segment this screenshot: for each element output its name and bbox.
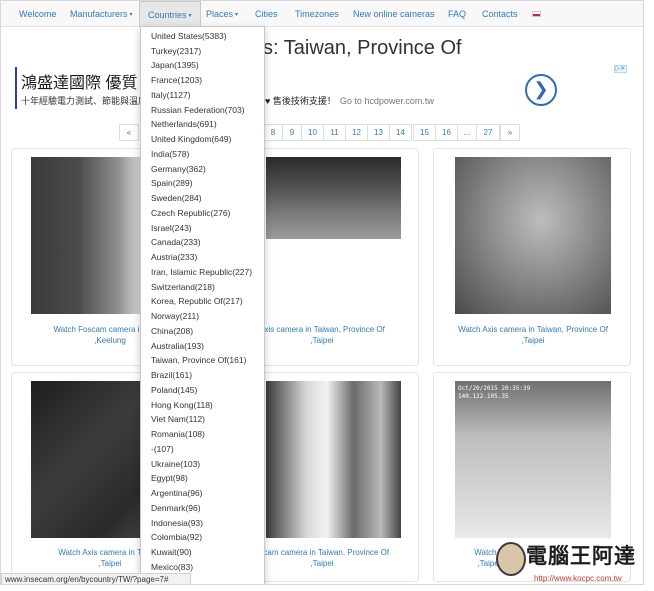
country-item[interactable]: Switzerland(218) [151, 282, 215, 292]
country-item[interactable]: China(208) [151, 326, 193, 336]
country-item[interactable]: Ukraine(103) [151, 459, 200, 469]
ad-title[interactable]: 鴻盛達國際 優質 [21, 69, 137, 93]
country-item[interactable]: Czech Republic(276) [151, 208, 230, 218]
ad-accent-bar [15, 67, 17, 109]
country-item[interactable]: Canada(233) [151, 237, 201, 247]
country-item[interactable]: Denmark(96) [151, 503, 201, 513]
nav-faq[interactable]: FAQ [448, 1, 466, 27]
browser-viewport: Welcome Manufacturers ▾ Countries ▾ Places… [0, 0, 644, 585]
camera-link[interactable]: Watch Axis camera in Taiwan, Province Of… [434, 324, 632, 346]
country-item[interactable]: Germany(362) [151, 164, 206, 174]
chevron-down-icon: ▾ [235, 12, 239, 18]
watermark: 電腦王阿達 http://www.kocpc.com.tw [496, 540, 650, 588]
nav-timezones[interactable]: Timezones [295, 1, 339, 27]
pagination-page[interactable]: 13 [367, 124, 390, 141]
language-flag-icon[interactable] [532, 11, 541, 17]
country-item[interactable]: Netherlands(691) [151, 119, 217, 129]
country-item[interactable]: United States(5383) [151, 31, 227, 41]
pagination-page[interactable]: 10 [301, 124, 324, 141]
country-item[interactable]: Egypt(98) [151, 473, 188, 483]
camera-image[interactable] [455, 157, 611, 314]
pagination-page[interactable]: 16 [435, 124, 458, 141]
pagination-page[interactable]: 9 [282, 124, 302, 141]
pagination-page[interactable]: 12 [345, 124, 368, 141]
ad-subtitle[interactable]: 十年經驗電力測試、節能與溫度 [21, 94, 147, 107]
camera-image[interactable]: Oct/20/2015 20:35:39 140.122.105.35 [455, 381, 611, 538]
countries-dropdown-menu: United States(5383) Turkey(2317) Japan(1… [140, 26, 265, 584]
ad-choices-icon[interactable]: ▷✕ [614, 65, 627, 73]
country-item[interactable]: Viet Nam(112) [151, 414, 205, 424]
country-item[interactable]: Indonesia(93) [151, 518, 203, 528]
pagination-page[interactable]: 15 [413, 124, 436, 141]
country-item[interactable]: Brazil(161) [151, 370, 192, 380]
country-item[interactable]: Israel(243) [151, 223, 192, 233]
country-item[interactable]: Taiwan, Province Of(161) [151, 355, 246, 365]
mascot-face-icon [496, 542, 526, 576]
nav-contacts[interactable]: Contacts [482, 1, 518, 27]
country-item[interactable]: Australia(193) [151, 341, 204, 351]
country-item[interactable]: Argentina(96) [151, 488, 203, 498]
flag-stripe-bottom [533, 14, 540, 16]
nav-manufacturers[interactable]: Manufacturers ▾ [70, 1, 133, 27]
country-item[interactable]: Korea, Republic Of(217) [151, 296, 243, 306]
pagination-ellipsis: ... [457, 124, 477, 141]
camera-timestamp: Oct/20/2015 20:35:39 [458, 385, 531, 392]
country-item[interactable]: -(107) [151, 444, 174, 454]
country-item[interactable]: Poland(145) [151, 385, 197, 395]
nav-new-online-cameras[interactable]: New online cameras [353, 1, 435, 27]
ad-subtitle-support[interactable]: ♥ 售後技術支援！ Go to hcdpower.com.tw [265, 94, 434, 107]
chevron-down-icon: ▾ [188, 13, 192, 19]
top-navbar: Welcome Manufacturers ▾ Countries ▾ Places… [1, 1, 643, 27]
country-item[interactable]: Austria(233) [151, 252, 197, 262]
ad-go-arrow-icon[interactable]: ❯ [525, 74, 557, 106]
nav-cities[interactable]: Cities [255, 1, 278, 27]
country-item[interactable]: Romania(108) [151, 429, 205, 439]
country-item[interactable]: United Kingdom(649) [151, 134, 231, 144]
country-item[interactable]: Russian Federation(703) [151, 105, 245, 115]
camera-image[interactable] [266, 381, 401, 538]
country-item[interactable]: Italy(1127) [151, 90, 191, 100]
pagination-page[interactable]: 8 [263, 124, 283, 141]
watermark-text: 電腦王阿達 [526, 544, 636, 568]
country-item[interactable]: Iran, Islamic Republic(227) [151, 267, 252, 277]
country-item[interactable]: Spain(289) [151, 178, 193, 188]
nav-places[interactable]: Places ▾ [206, 1, 238, 27]
country-item[interactable]: Hong Kong(118) [151, 400, 213, 410]
chevron-down-icon: ▾ [129, 12, 133, 18]
country-item[interactable]: France(1203) [151, 75, 202, 85]
country-item[interactable]: India(578) [151, 149, 189, 159]
country-item[interactable]: Colombia(92) [151, 532, 202, 542]
page-title: s: Taiwan, Province Of [263, 37, 462, 59]
watermark-url: http://www.kocpc.com.tw [534, 574, 622, 583]
pagination-prev[interactable]: « [119, 124, 139, 141]
camera-image[interactable] [266, 157, 401, 239]
country-item[interactable]: Turkey(2317) [151, 46, 201, 56]
country-item[interactable]: Norway(211) [151, 311, 199, 321]
pagination-next[interactable]: » [500, 124, 520, 141]
status-bar-url: www.insecam.org/en/bycountry/TW/?page=7# [1, 573, 191, 584]
country-item[interactable]: Sweden(284) [151, 193, 202, 203]
country-item[interactable]: Japan(1395) [151, 60, 199, 70]
nav-welcome[interactable]: Welcome [19, 1, 56, 27]
camera-card: Watch Axis camera in Taiwan, Province Of… [433, 148, 631, 366]
camera-ip: 140.122.105.35 [458, 393, 509, 400]
nav-countries[interactable]: Countries ▾ [139, 1, 201, 27]
country-item[interactable]: Mexico(83) [151, 562, 193, 572]
pagination-page[interactable]: 11 [323, 124, 346, 141]
ad-url: Go to hcdpower.com.tw [339, 96, 434, 106]
country-item[interactable]: Kuwait(90) [151, 547, 192, 557]
pagination-page[interactable]: 14 [389, 124, 412, 141]
pagination-page[interactable]: 27 [476, 124, 500, 141]
